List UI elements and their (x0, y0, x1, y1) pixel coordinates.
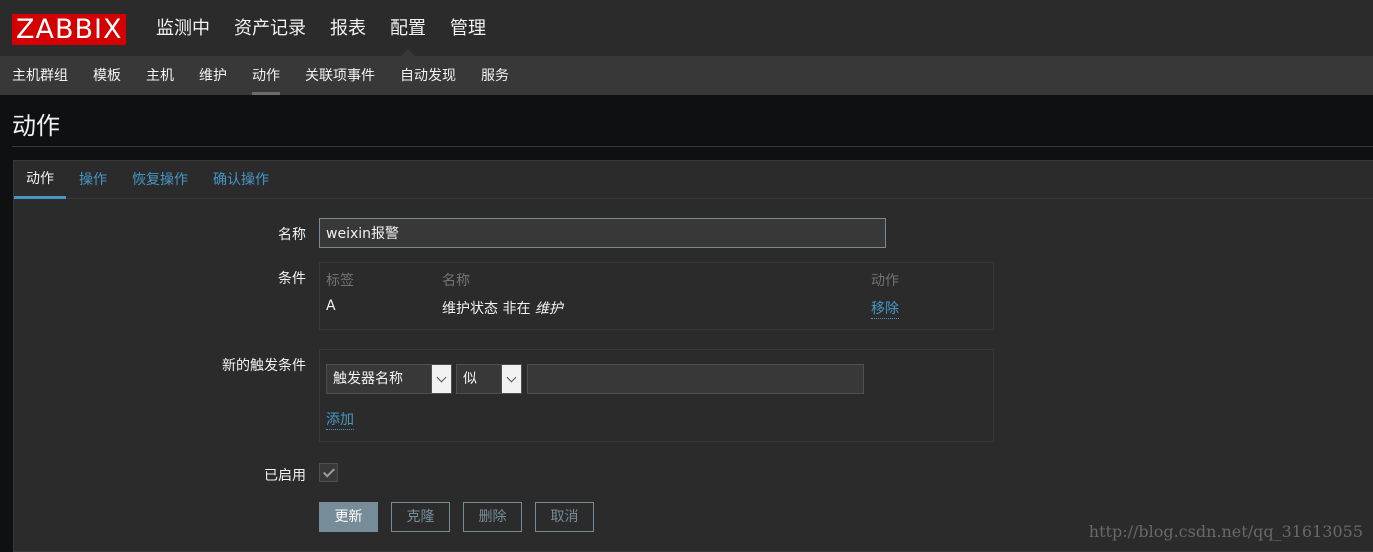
main-nav-inventory[interactable]: 资产记录 (224, 0, 316, 57)
condition-value-input[interactable] (527, 364, 864, 394)
update-button[interactable]: 更新 (319, 502, 378, 532)
main-nav: 监测中 资产记录 报表 配置 管理 (146, 0, 500, 57)
condition-name-emph: 维护 (534, 301, 563, 317)
title-divider (12, 146, 1373, 147)
sub-nav-actions[interactable]: 动作 (242, 57, 290, 95)
form-tabs: 动作 操作 恢复操作 确认操作 (14, 161, 1373, 199)
sub-nav: 主机群组 模板 主机 维护 动作 关联项事件 自动发现 服务 (0, 57, 524, 95)
new-condition-label: 新的触发条件 (222, 358, 306, 374)
tab-acknowledge-operations[interactable]: 确认操作 (201, 161, 281, 199)
chevron-down-icon (431, 365, 451, 393)
main-nav-monitoring[interactable]: 监测中 (146, 0, 220, 57)
page-title: 动作 (12, 112, 60, 140)
sub-nav-maintenance[interactable]: 维护 (189, 57, 237, 95)
condition-operator-value: 似 (463, 371, 477, 387)
conditions-header-action: 动作 (871, 273, 899, 289)
watermark: http://blog.csdn.net/qq_31613055 (1088, 522, 1363, 541)
conditions-header-name: 名称 (442, 273, 470, 289)
enabled-label: 已启用 (264, 468, 306, 484)
sub-bar: 主机群组 模板 主机 维护 动作 关联项事件 自动发现 服务 (0, 57, 1373, 95)
tab-recovery-operations[interactable]: 恢复操作 (120, 161, 200, 199)
condition-tag: A (326, 298, 336, 314)
cancel-button[interactable]: 取消 (535, 502, 594, 532)
sub-nav-services[interactable]: 服务 (471, 57, 519, 95)
top-bar: ZABBIX 监测中 资产记录 报表 配置 管理 (0, 0, 1373, 57)
delete-button[interactable]: 删除 (463, 502, 522, 532)
condition-name: 维护状态 非在 维护 (442, 298, 563, 318)
condition-name-text: 维护状态 非在 (442, 301, 535, 317)
conditions-label: 条件 (278, 271, 306, 287)
name-label: 名称 (278, 227, 306, 243)
condition-type-value: 触发器名称 (333, 371, 403, 387)
new-condition-box: 触发器名称 似 添加 (319, 349, 994, 442)
sub-nav-hosts[interactable]: 主机 (136, 57, 184, 95)
sub-nav-templates[interactable]: 模板 (83, 57, 131, 95)
zabbix-logo[interactable]: ZABBIX (12, 14, 127, 45)
main-nav-configuration[interactable]: 配置 (380, 0, 436, 57)
sub-nav-host-groups[interactable]: 主机群组 (2, 57, 78, 95)
sub-nav-discovery[interactable]: 自动发现 (390, 57, 466, 95)
condition-operator-select[interactable]: 似 (456, 364, 522, 394)
sub-nav-event-correlation[interactable]: 关联项事件 (295, 57, 385, 95)
clone-button[interactable]: 克隆 (391, 502, 450, 532)
main-nav-administration[interactable]: 管理 (440, 0, 496, 57)
tab-operations[interactable]: 操作 (67, 161, 119, 199)
conditions-header-tag: 标签 (326, 273, 354, 289)
enabled-checkbox[interactable] (319, 463, 338, 482)
add-condition-link[interactable]: 添加 (326, 409, 354, 430)
action-form-panel: 动作 操作 恢复操作 确认操作 名称 条件 标签 名称 动作 A 维护状态 非在… (13, 160, 1373, 552)
main-nav-reports[interactable]: 报表 (320, 0, 376, 57)
condition-type-select[interactable]: 触发器名称 (326, 364, 452, 394)
conditions-table: 标签 名称 动作 A 维护状态 非在 维护 移除 (319, 262, 994, 330)
chevron-down-icon (501, 365, 521, 393)
tab-action[interactable]: 动作 (14, 161, 66, 199)
condition-remove-link[interactable]: 移除 (871, 298, 899, 319)
name-input[interactable] (319, 218, 886, 248)
